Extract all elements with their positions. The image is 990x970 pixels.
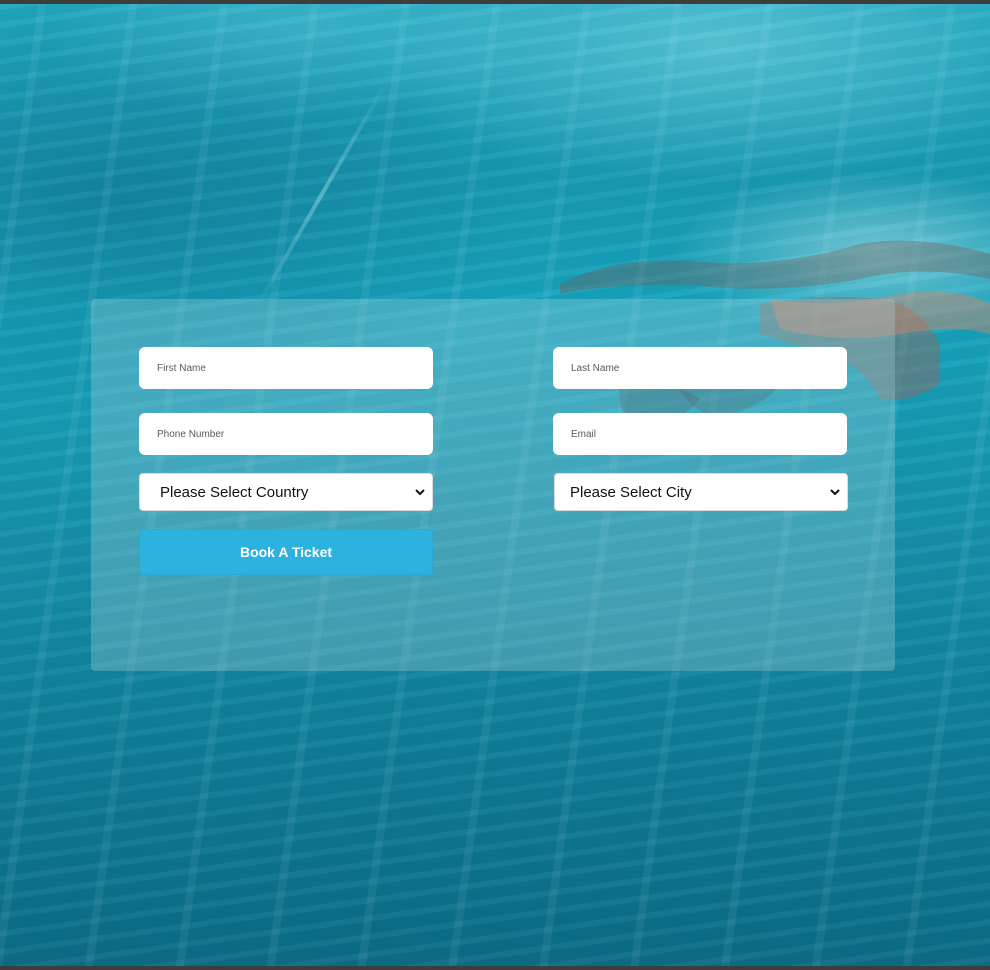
country-select[interactable]: Please Select Country [139,473,433,511]
email-input[interactable] [553,413,847,455]
country-select-value: Please Select Country [160,484,309,501]
city-select[interactable]: Please Select City [554,473,848,511]
chevron-down-icon [830,489,840,496]
last-name-input[interactable] [553,347,847,389]
chevron-down-icon [415,489,425,496]
phone-number-input[interactable] [139,413,433,455]
city-select-value: Please Select City [570,484,692,501]
booking-form-panel: Please Select Country Please Select City… [91,299,895,671]
window-bottom-edge [0,966,990,970]
first-name-input[interactable] [139,347,433,389]
book-ticket-button[interactable]: Book A Ticket [139,529,433,575]
